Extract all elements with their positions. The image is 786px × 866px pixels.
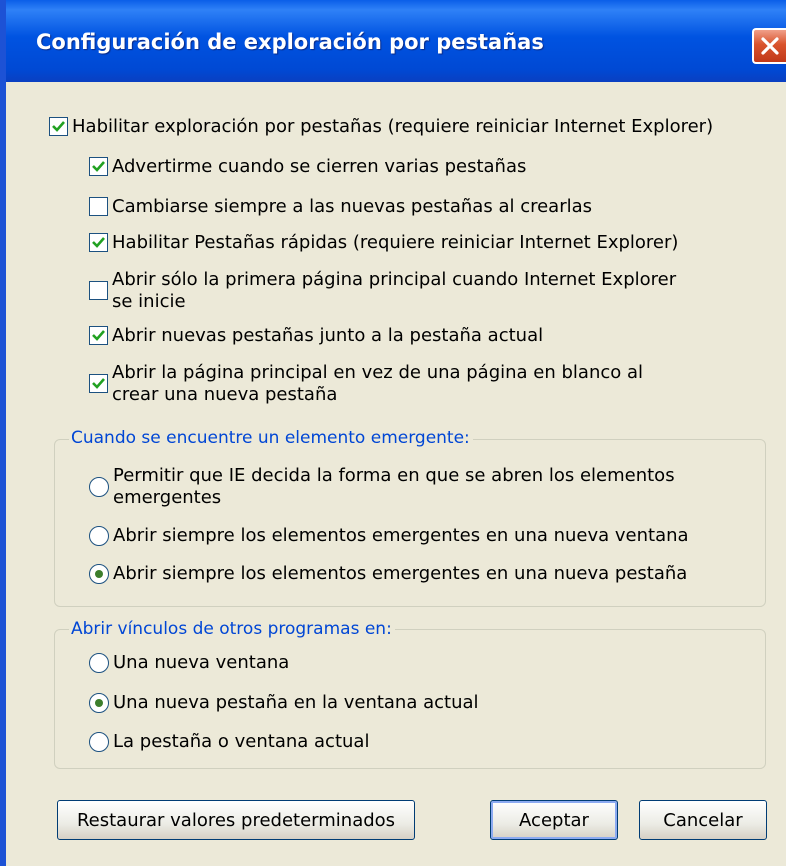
switch-new-checkbox[interactable] — [89, 197, 108, 216]
popup-option-new-tab-label: Abrir siempre los elementos emergentes e… — [113, 563, 688, 584]
home-new-label-line2: crear una nueva pestaña — [112, 384, 338, 405]
links-option-new-window-label: Una nueva ventana — [113, 652, 290, 673]
first-home-label: Abrir sólo la primera página principal c… — [112, 269, 676, 313]
enable-tabs-option[interactable]: Habilitar exploración por pestañas (requ… — [49, 116, 713, 138]
home-new-label-line1: Abrir la página principal en vez de una … — [112, 362, 644, 383]
popup-radio-new-window[interactable] — [89, 526, 109, 546]
quick-tabs-option[interactable]: Habilitar Pestañas rápidas (requiere rei… — [89, 232, 678, 254]
check-icon — [92, 378, 105, 389]
first-home-option[interactable]: Abrir sólo la primera página principal c… — [89, 269, 676, 313]
popup-option-ie-decides-line1: Permitir que IE decida la forma en que s… — [113, 465, 675, 486]
warn-close-checkbox[interactable] — [89, 157, 108, 176]
warn-close-label: Advertirme cuando se cierren varias pest… — [112, 156, 527, 177]
restore-defaults-button[interactable]: Restaurar valores predeterminados — [57, 800, 415, 840]
home-new-label: Abrir la página principal en vez de una … — [112, 362, 643, 406]
home-new-option[interactable]: Abrir la página principal en vez de una … — [89, 362, 643, 406]
quick-tabs-label: Habilitar Pestañas rápidas (requiere rei… — [112, 232, 679, 253]
radio-selected-dot — [95, 570, 103, 578]
links-option-current[interactable]: La pestaña o ventana actual — [89, 731, 369, 753]
check-icon — [92, 330, 105, 341]
popup-radio-ie-decides[interactable] — [89, 477, 109, 497]
home-new-checkbox[interactable] — [89, 374, 108, 393]
first-home-checkbox[interactable] — [89, 281, 108, 300]
popup-radio-new-tab[interactable] — [89, 564, 109, 584]
enable-tabs-label: Habilitar exploración por pestañas (requ… — [72, 116, 714, 137]
popup-option-ie-decides-label: Permitir que IE decida la forma en que s… — [113, 465, 675, 509]
links-option-current-label: La pestaña o ventana actual — [113, 731, 370, 752]
check-icon — [52, 121, 65, 132]
open-next-label: Abrir nuevas pestañas junto a la pestaña… — [112, 325, 544, 346]
links-radio-new-window[interactable] — [89, 653, 109, 673]
switch-new-label: Cambiarse siempre a las nuevas pestañas … — [112, 196, 593, 217]
links-option-new-window[interactable]: Una nueva ventana — [89, 652, 289, 674]
links-option-new-tab-label: Una nueva pestaña en la ventana actual — [113, 692, 479, 713]
links-group-legend: Abrir vínculos de otros programas en: — [69, 619, 395, 639]
close-icon — [761, 37, 779, 55]
cancel-button[interactable]: Cancelar — [639, 800, 767, 840]
ok-button[interactable]: Aceptar — [490, 800, 618, 840]
dialog-window: Configuración de exploración por pestaña… — [0, 0, 786, 866]
dialog-content: Habilitar exploración por pestañas (requ… — [6, 82, 786, 866]
quick-tabs-checkbox[interactable] — [89, 233, 108, 252]
enable-tabs-checkbox[interactable] — [49, 117, 68, 136]
popup-option-new-tab[interactable]: Abrir siempre los elementos emergentes e… — [89, 563, 687, 585]
open-next-checkbox[interactable] — [89, 326, 108, 345]
radio-selected-dot — [95, 699, 103, 707]
title-bar[interactable]: Configuración de exploración por pestaña… — [6, 0, 786, 82]
check-icon — [92, 161, 105, 172]
popup-option-new-window[interactable]: Abrir siempre los elementos emergentes e… — [89, 525, 689, 547]
switch-new-option[interactable]: Cambiarse siempre a las nuevas pestañas … — [89, 196, 592, 218]
first-home-label-line1: Abrir sólo la primera página principal c… — [112, 269, 677, 290]
links-radio-new-tab[interactable] — [89, 693, 109, 713]
open-next-option[interactable]: Abrir nuevas pestañas junto a la pestaña… — [89, 325, 543, 347]
check-icon — [92, 237, 105, 248]
links-option-new-tab[interactable]: Una nueva pestaña en la ventana actual — [89, 692, 479, 714]
first-home-label-line2: se inicie — [112, 291, 186, 312]
popup-option-new-window-label: Abrir siempre los elementos emergentes e… — [113, 525, 689, 546]
warn-close-option[interactable]: Advertirme cuando se cierren varias pest… — [89, 156, 526, 178]
close-button[interactable] — [752, 28, 786, 64]
popup-option-ie-decides-line2: emergentes — [113, 487, 222, 508]
window-title: Configuración de exploración por pestaña… — [36, 30, 544, 54]
popup-group-legend: Cuando se encuentre un elemento emergent… — [69, 428, 473, 448]
popup-option-ie-decides[interactable]: Permitir que IE decida la forma en que s… — [89, 465, 675, 509]
links-radio-current[interactable] — [89, 732, 109, 752]
